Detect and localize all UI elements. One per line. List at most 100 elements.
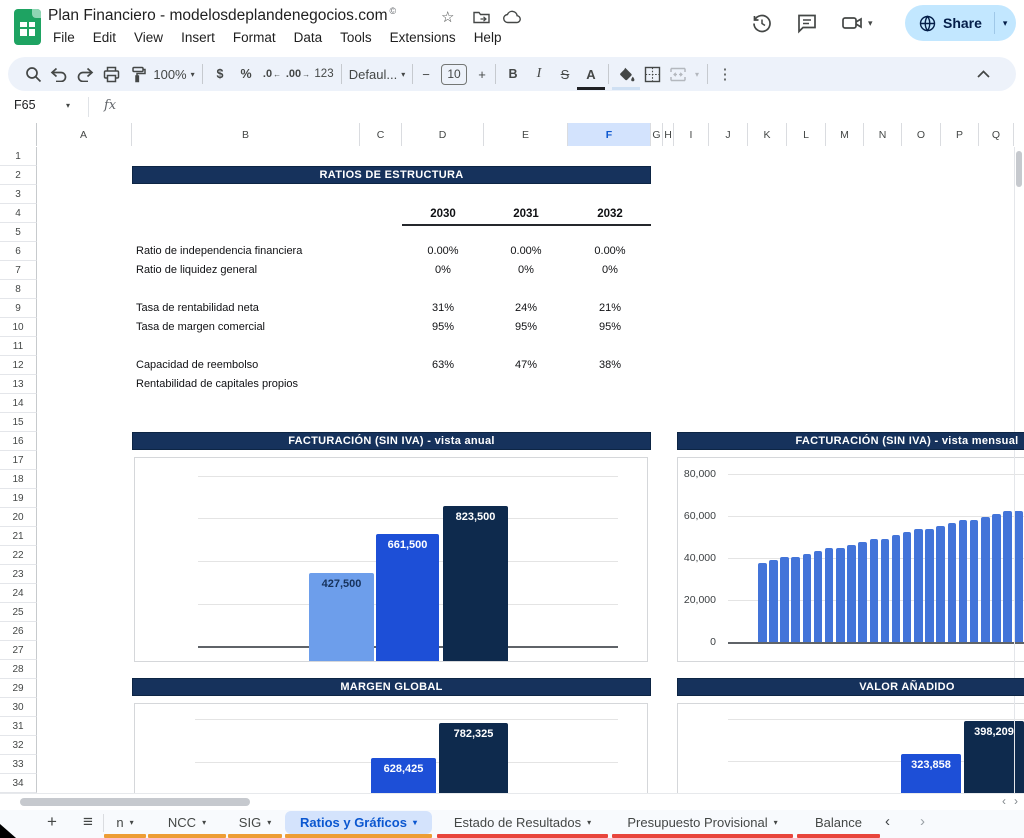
chart-valor-band[interactable]: VALOR AÑADIDO [677, 678, 1024, 696]
collapse-toolbar-icon[interactable] [970, 61, 996, 87]
strikethrough-button[interactable]: S [552, 61, 578, 87]
column-header-M[interactable]: M [826, 123, 864, 146]
bold-button[interactable]: B [500, 61, 526, 87]
menu-tools[interactable]: Tools [331, 27, 381, 48]
row-header-11[interactable]: 11 [0, 337, 37, 356]
column-header-N[interactable]: N [864, 123, 902, 146]
share-dropdown-icon[interactable]: ▾ [1003, 18, 1008, 29]
version-history-icon[interactable] [750, 11, 776, 37]
column-header-J[interactable]: J [709, 123, 748, 146]
row-header-7[interactable]: 7 [0, 261, 37, 280]
redo-icon[interactable] [72, 61, 98, 87]
row-header-15[interactable]: 15 [0, 413, 37, 432]
ratio-label[interactable]: Capacidad de reembolso [136, 356, 258, 375]
next-sheets-icon[interactable]: › [920, 813, 925, 830]
row-header-22[interactable]: 22 [0, 546, 37, 565]
row-header-13[interactable]: 13 [0, 375, 37, 394]
column-header-L[interactable]: L [787, 123, 826, 146]
row-header-27[interactable]: 27 [0, 641, 37, 660]
ratio-value[interactable]: 95% [494, 318, 558, 337]
menu-extensions[interactable]: Extensions [381, 27, 465, 48]
sheet-tab-presupuesto-provisional[interactable]: Presupuesto Provisional▾ [612, 811, 793, 834]
ratio-value[interactable]: 95% [411, 318, 475, 337]
ratio-value[interactable]: 21% [578, 299, 642, 318]
undo-icon[interactable] [46, 61, 72, 87]
menu-format[interactable]: Format [224, 27, 285, 48]
row-header-33[interactable]: 33 [0, 755, 37, 774]
horizontal-scrollbar[interactable]: ‹ › [0, 793, 1024, 811]
sheet-tab-dropdown-icon[interactable]: ▾ [774, 818, 778, 827]
sheet-tab-ratios-y-gr-ficos[interactable]: Ratios y Gráficos▾ [285, 811, 432, 834]
row-header-5[interactable]: 5 [0, 223, 37, 242]
row-header-25[interactable]: 25 [0, 603, 37, 622]
sheet-tab-sig[interactable]: SIG▾ [228, 811, 282, 834]
row-header-32[interactable]: 32 [0, 736, 37, 755]
increase-decimal-button[interactable]: .00→ [285, 61, 311, 87]
column-header-K[interactable]: K [748, 123, 787, 146]
sheet-tab-dropdown-icon[interactable]: ▾ [587, 818, 591, 827]
row-header-2[interactable]: 2 [0, 166, 37, 185]
decrease-decimal-button[interactable]: .0← [259, 61, 285, 87]
column-header-C[interactable]: C [360, 123, 402, 146]
row-header-17[interactable]: 17 [0, 451, 37, 470]
chart-facturacion-mensual[interactable]: 020,00040,00060,00080,000 [677, 457, 1024, 662]
search-icon[interactable] [20, 61, 46, 87]
chart-annual-band[interactable]: FACTURACIÓN (SIN IVA) - vista anual [132, 432, 651, 450]
ratio-value[interactable]: 0.00% [411, 242, 475, 261]
select-all-corner[interactable] [0, 123, 37, 146]
column-header-Q[interactable]: Q [979, 123, 1014, 146]
prev-sheets-icon[interactable]: ‹ [885, 813, 890, 830]
font-family-select[interactable]: Defaul...▾ [346, 61, 408, 87]
vertical-scrollbar-track[interactable] [1014, 147, 1015, 793]
row-header-26[interactable]: 26 [0, 622, 37, 641]
column-header-D[interactable]: D [402, 123, 484, 146]
sheet-tab-dropdown-icon[interactable]: ▾ [267, 818, 271, 827]
ratio-value[interactable]: 95% [578, 318, 642, 337]
row-header-23[interactable]: 23 [0, 565, 37, 584]
format-currency-button[interactable]: $ [207, 61, 233, 87]
more-formats-button[interactable]: 123 [311, 61, 337, 87]
column-header-E[interactable]: E [484, 123, 568, 146]
chart-facturacion-anual[interactable]: 427,500661,500823,500 [134, 457, 648, 662]
name-box[interactable]: F65 [14, 98, 84, 112]
row-header-30[interactable]: 30 [0, 698, 37, 717]
menu-file[interactable]: File [44, 27, 84, 48]
row-header-12[interactable]: 12 [0, 356, 37, 375]
row-header-16[interactable]: 16 [0, 432, 37, 451]
sheet-tab-dropdown-icon[interactable]: ▾ [130, 818, 134, 827]
menu-help[interactable]: Help [465, 27, 511, 48]
scroll-left-icon[interactable]: ‹ [1002, 794, 1006, 808]
sheet-tab-balance[interactable]: Balance [797, 811, 880, 834]
row-header-19[interactable]: 19 [0, 489, 37, 508]
sheet-tab-estado-de-resultados[interactable]: Estado de Resultados▾ [437, 811, 608, 834]
italic-button[interactable]: I [526, 61, 552, 87]
document-title[interactable]: Plan Financiero - modelosdeplandenegocio… [48, 6, 396, 25]
row-header-3[interactable]: 3 [0, 185, 37, 204]
sheet-tab-dropdown-icon[interactable]: ▾ [413, 818, 417, 827]
more-toolbar-icon[interactable]: ⋮ [712, 61, 738, 87]
spreadsheet-grid[interactable]: RATIOS DE ESTRUCTURA 2030 2031 2032 FACT… [0, 147, 1024, 793]
chart-margen-band[interactable]: MARGEN GLOBAL [132, 678, 651, 696]
menu-view[interactable]: View [125, 27, 172, 48]
row-header-4[interactable]: 4 [0, 204, 37, 223]
ratio-value[interactable]: 0% [411, 261, 475, 280]
column-header-O[interactable]: O [902, 123, 941, 146]
ratio-value[interactable]: 0.00% [494, 242, 558, 261]
row-header-9[interactable]: 9 [0, 299, 37, 318]
ratio-label[interactable]: Tasa de rentabilidad neta [136, 299, 259, 318]
menu-data[interactable]: Data [285, 27, 332, 48]
star-icon[interactable]: ☆ [441, 8, 454, 26]
add-sheet-icon[interactable]: + [41, 812, 63, 832]
borders-icon[interactable] [639, 61, 665, 87]
column-header-A[interactable]: A [36, 123, 132, 146]
font-size-input[interactable]: 10 [441, 64, 467, 85]
ratio-label[interactable]: Rentabilidad de capitales propios [136, 375, 298, 394]
ratio-label[interactable]: Tasa de margen comercial [136, 318, 265, 337]
zoom-select[interactable]: 100%▾ [150, 61, 198, 87]
year-header[interactable]: 2032 [578, 204, 642, 224]
column-header-G[interactable]: G [651, 123, 663, 146]
sheet-tab-ncc[interactable]: NCC▾ [148, 811, 226, 834]
row-header-6[interactable]: 6 [0, 242, 37, 261]
ratio-label[interactable]: Ratio de independencia financiera [136, 242, 302, 261]
row-header-24[interactable]: 24 [0, 584, 37, 603]
